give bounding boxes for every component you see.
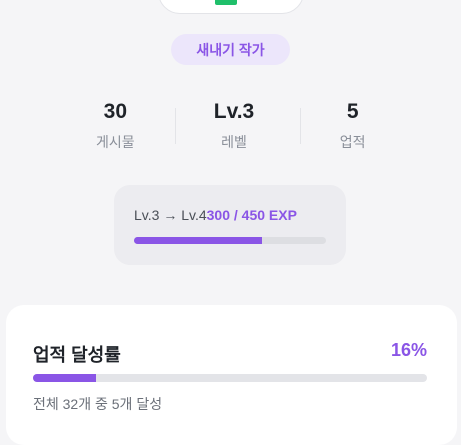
achievement-card[interactable]: 업적 달성률 16% 전체 32개 중 5개 달성 bbox=[6, 305, 457, 445]
level-progress-bar bbox=[134, 237, 326, 244]
exp-value: 300 / 450 EXP bbox=[206, 207, 297, 223]
stats-divider bbox=[300, 108, 301, 144]
stat-posts[interactable]: 30 게시물 bbox=[56, 98, 175, 160]
stat-achievements-value: 5 bbox=[346, 100, 359, 123]
level-progress-fill bbox=[134, 237, 263, 244]
achievement-progress-fill bbox=[33, 374, 97, 382]
achievement-title: 업적 달성률 bbox=[33, 345, 121, 365]
achievement-progress-bar bbox=[33, 374, 427, 382]
achievement-summary: 전체 32개 중 5개 달성 bbox=[33, 396, 163, 412]
status-indicator bbox=[215, 0, 237, 5]
level-progress-text: Lv.3 → Lv.4300 / 450 EXP bbox=[134, 207, 297, 223]
level-from-to: Lv.3 → Lv.4 bbox=[134, 207, 207, 223]
status-pill bbox=[158, 0, 304, 14]
stat-level[interactable]: Lv.3 레벨 bbox=[175, 98, 294, 160]
stat-level-value: Lv.3 bbox=[213, 100, 255, 123]
stat-achievements[interactable]: 5 업적 bbox=[293, 98, 412, 160]
stats-divider bbox=[175, 108, 176, 144]
title-badge: 새내기 작가 bbox=[171, 34, 290, 65]
achievement-percent: 16% bbox=[390, 340, 427, 360]
level-progress-card: Lv.3 → Lv.4300 / 450 EXP bbox=[114, 185, 346, 265]
stat-posts-label: 게시물 bbox=[96, 134, 135, 150]
stats-row: 30 게시물 Lv.3 레벨 5 업적 bbox=[56, 98, 412, 160]
stat-posts-value: 30 bbox=[103, 100, 128, 123]
stat-level-label: 레벨 bbox=[221, 134, 247, 150]
stat-achievements-label: 업적 bbox=[339, 134, 366, 150]
